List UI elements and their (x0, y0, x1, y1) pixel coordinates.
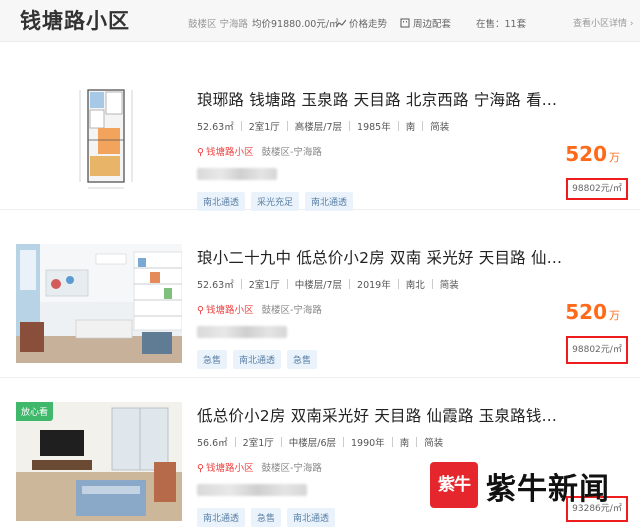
listing-decoration: 简装 (424, 438, 444, 449)
watermark-brand: 紫牛新闻 (486, 472, 610, 507)
listing-title[interactable]: 琅琊路 钱塘路 玉泉路 天目路 北京西路 宁海路 看... (197, 88, 557, 110)
location-pin-icon: ⚲ (197, 305, 204, 316)
listing-orientation: 南北 (405, 280, 425, 291)
community-header: 钱塘路小区 鼓楼区 宁海路 均价91880.00元/㎡ 价格走势 周边配套 在售… (0, 0, 640, 42)
listing-area: 52.63㎡ (197, 122, 234, 133)
listing-area: 52.63㎡ (197, 280, 234, 291)
listing-layout: 2室1厅 (242, 438, 274, 449)
listing-tag: 南北通透 (287, 508, 336, 527)
total-price-value: 520 (565, 300, 607, 324)
listing-tag: 南北通透 (197, 192, 246, 211)
listing-year: 2019年 (357, 280, 391, 291)
listing-district: 鼓楼区-宁海路 (261, 305, 322, 316)
listing-tags: 急售 南北通透 急售 (197, 348, 323, 369)
listing-floor: 中楼层/6层 (288, 438, 336, 449)
price-trend-link[interactable]: 价格走势 (335, 16, 388, 31)
building-icon (400, 18, 410, 31)
listing-decoration: 简装 (439, 280, 459, 291)
listing-tag: 急售 (197, 350, 228, 369)
listing-district: 鼓楼区-宁海路 (261, 463, 322, 474)
total-price: 520 万 (565, 300, 620, 324)
average-price: 均价91880.00元/㎡ (252, 19, 339, 30)
community-link[interactable]: 钱塘路小区 (206, 147, 254, 158)
listing-tag: 南北通透 (233, 350, 282, 369)
blurred-agent-info (197, 168, 277, 180)
total-price: 520 万 (565, 142, 620, 166)
listing-tag: 南北通透 (197, 508, 246, 527)
unit-price: 98802元/㎡ (566, 336, 628, 364)
listing-community-row: ⚲ 钱塘路小区 鼓楼区-宁海路 (197, 144, 322, 158)
listing-room-image[interactable]: 放心看 (16, 402, 182, 521)
total-price-value: 520 (565, 142, 607, 166)
chart-icon (335, 19, 347, 31)
listing-item[interactable]: 琅小二十九中 低总价小2房 双南 采光好 天目路 仙... 52.63㎡ 2室1厅… (0, 210, 640, 378)
listing-layout: 2室1厅 (248, 280, 280, 291)
listing-tags: 南北通透 采光充足 南北通透 (197, 190, 359, 211)
listing-attributes: 52.63㎡ 2室1厅 高楼层/7层 1985年 南 简装 (197, 119, 449, 133)
listing-floorplan-image[interactable] (16, 80, 182, 199)
news-watermark: 紫牛 紫牛新闻 (430, 458, 620, 510)
community-link[interactable]: 钱塘路小区 (206, 463, 254, 474)
listing-tag: 急售 (251, 508, 282, 527)
community-link[interactable]: 钱塘路小区 (206, 305, 254, 316)
total-price-unit: 万 (609, 309, 620, 322)
on-sale-count: 在售：11套 (476, 19, 527, 30)
listing-floor: 中楼层/7层 (294, 280, 343, 291)
listing-community-row: ⚲ 钱塘路小区 鼓楼区-宁海路 (197, 460, 322, 474)
watermark-logo: 紫牛 (430, 462, 478, 508)
community-detail-link[interactable]: 查看小区详情 › (573, 16, 633, 29)
listing-attributes: 52.63㎡ 2室1厅 中楼层/7层 2019年 南北 简装 (197, 277, 459, 291)
listing-year: 1990年 (351, 438, 385, 449)
location-pin-icon: ⚲ (197, 147, 204, 158)
listing-floor: 高楼层/7层 (294, 122, 343, 133)
listing-title[interactable]: 琅小二十九中 低总价小2房 双南 采光好 天目路 仙... (197, 246, 562, 268)
listing-orientation: 南 (405, 122, 416, 133)
listing-orientation: 南 (399, 438, 410, 449)
listing-area: 56.6㎡ (197, 438, 228, 449)
community-location: 鼓楼区 宁海路 (188, 19, 249, 30)
price-trend-label: 价格走势 (349, 19, 388, 30)
listing-tag: 急售 (287, 350, 318, 369)
listing-attributes: 56.6㎡ 2室1厅 中楼层/6层 1990年 南 简装 (197, 435, 443, 449)
listing-tags: 南北通透 急售 南北通透 (197, 506, 341, 527)
listing-community-row: ⚲ 钱塘路小区 鼓楼区-宁海路 (197, 302, 322, 316)
location-pin-icon: ⚲ (197, 463, 204, 474)
listing-year: 1985年 (357, 122, 391, 133)
blurred-agent-info (197, 326, 287, 338)
listing-district: 鼓楼区-宁海路 (261, 147, 322, 158)
total-price-unit: 万 (609, 151, 620, 164)
listing-room-image[interactable] (16, 244, 182, 363)
blurred-agent-info (197, 484, 307, 496)
community-title: 钱塘路小区 (20, 9, 130, 33)
listing-tag: 南北通透 (305, 192, 354, 211)
listing-tag: 采光充足 (251, 192, 300, 211)
unit-price: 98802元/㎡ (566, 178, 628, 200)
nearby-facilities-link[interactable]: 周边配套 (400, 16, 451, 31)
safe-view-badge: 放心看 (16, 402, 54, 421)
nearby-facilities-label: 周边配套 (413, 19, 452, 30)
listing-title[interactable]: 低总价小2房 双南采光好 天目路 仙霞路 玉泉路钱... (197, 404, 557, 426)
listing-decoration: 简装 (430, 122, 450, 133)
listing-layout: 2室1厅 (248, 122, 280, 133)
listing-item[interactable]: 琅琊路 钱塘路 玉泉路 天目路 北京西路 宁海路 看... 52.63㎡ 2室1厅… (0, 68, 640, 211)
